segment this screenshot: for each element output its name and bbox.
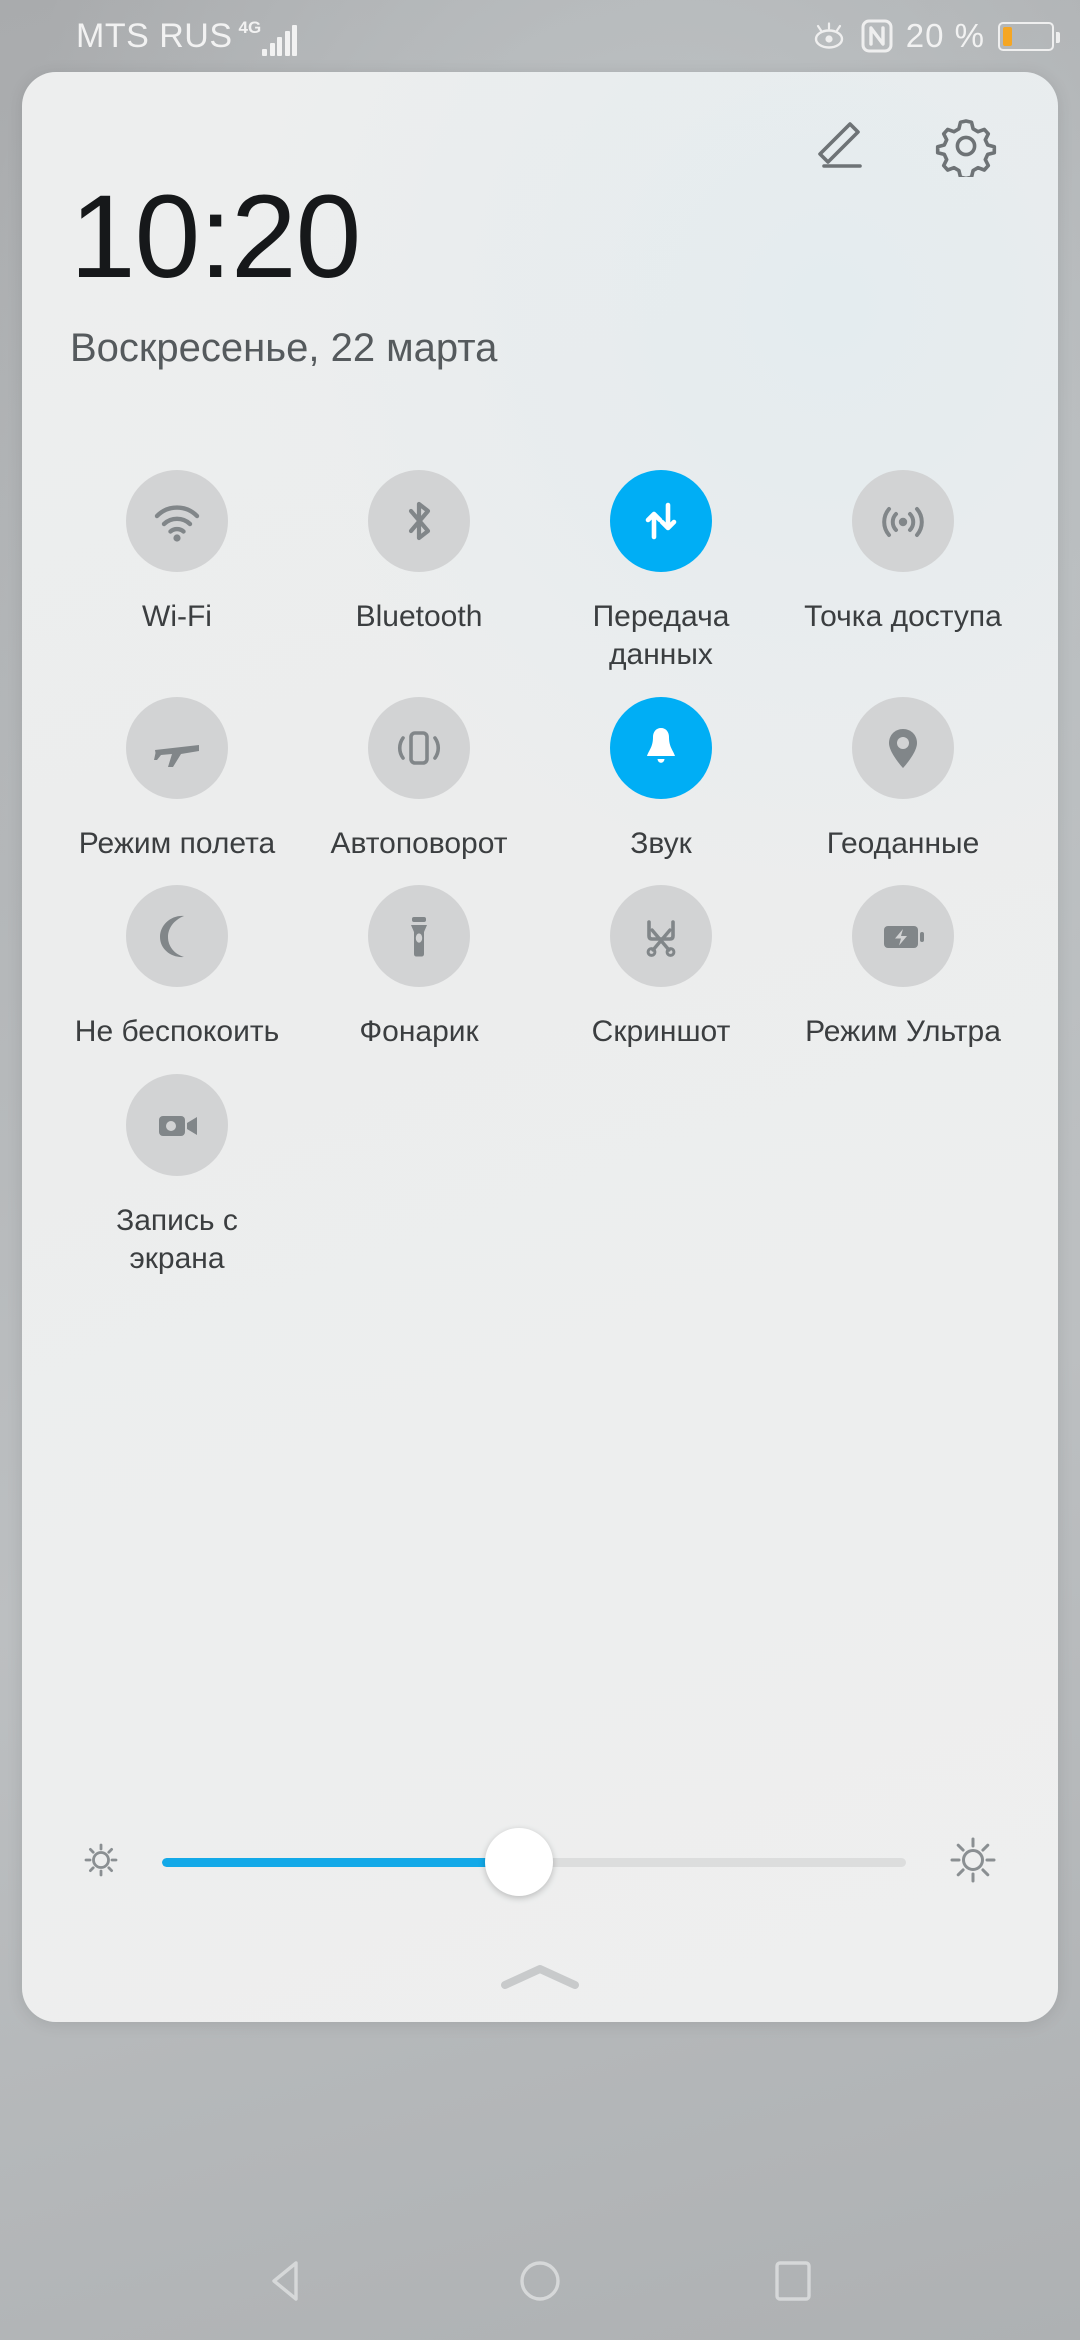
quick-tile-7[interactable]: Звук bbox=[540, 696, 782, 863]
quick-tile-label: Wi-Fi bbox=[142, 600, 212, 633]
auto-rotate-icon[interactable] bbox=[368, 696, 470, 799]
home-circle-icon[interactable] bbox=[490, 2231, 590, 2331]
quick-tile-label: Режим Ультра bbox=[805, 1015, 1001, 1049]
recents-square-icon[interactable] bbox=[743, 2231, 843, 2331]
wifi-icon[interactable] bbox=[126, 470, 228, 572]
brightness-thumb[interactable] bbox=[485, 1828, 554, 1896]
airplane-icon[interactable] bbox=[126, 696, 228, 799]
video-camera-icon[interactable] bbox=[126, 1073, 228, 1176]
moon-icon[interactable] bbox=[126, 885, 228, 988]
brightness-slider-row bbox=[22, 1828, 1058, 1896]
quick-tile-label: Скриншот bbox=[591, 1015, 731, 1049]
quick-tile-13[interactable]: Запись с экрана bbox=[56, 1073, 298, 1279]
scissors-icon[interactable] bbox=[610, 885, 712, 988]
network-indicator: 4G bbox=[239, 19, 298, 56]
location-pin-icon[interactable] bbox=[852, 696, 954, 799]
quick-tile-label: Звук bbox=[630, 826, 692, 860]
status-bar: MTS RUS 4G 20 % bbox=[0, 0, 1080, 72]
status-bar-left: MTS RUS 4G bbox=[76, 16, 298, 56]
quick-tile-label: Точка доступа bbox=[804, 600, 1002, 633]
chevron-up-icon[interactable] bbox=[485, 1954, 595, 2000]
back-triangle-icon[interactable] bbox=[237, 2231, 337, 2331]
eye-icon bbox=[810, 22, 848, 50]
battery-percent-label: 20 % bbox=[905, 17, 985, 54]
quick-tiles-grid: Wi-Fi Bluetooth Передача данных Точка досту… bbox=[56, 470, 1024, 1300]
brightness-slider[interactable] bbox=[162, 1828, 906, 1896]
quick-tile-8[interactable]: Геоданные bbox=[782, 696, 1024, 863]
quick-tile-6[interactable]: Автоповорот bbox=[298, 696, 540, 863]
status-bar-right: 20 % bbox=[810, 17, 1060, 55]
quick-tile-label: Bluetooth bbox=[355, 600, 483, 633]
clock-time: 10:20 bbox=[70, 171, 361, 303]
brightness-low-icon[interactable] bbox=[78, 1837, 124, 1888]
battery-icon bbox=[998, 21, 1060, 51]
navigation-bar bbox=[0, 2222, 1080, 2340]
brightness-fill bbox=[162, 1857, 520, 1867]
quick-tile-label: Передача данных bbox=[592, 600, 730, 672]
quick-tile-9[interactable]: Не беспокоить bbox=[56, 885, 298, 1051]
brightness-high-icon[interactable] bbox=[944, 1831, 1002, 1894]
quick-tile-1[interactable]: Wi-Fi bbox=[56, 470, 298, 675]
quick-tile-label: Режим полета bbox=[78, 826, 276, 860]
clock-date: Воскресенье, 22 марта bbox=[70, 326, 498, 370]
mobile-data-icon[interactable] bbox=[610, 470, 712, 572]
quick-tile-10[interactable]: Фонарик bbox=[298, 885, 540, 1051]
carrier-label: MTS RUS bbox=[76, 16, 233, 55]
battery-bolt-icon[interactable] bbox=[852, 885, 954, 988]
bluetooth-icon[interactable] bbox=[368, 470, 470, 572]
signal-bars-icon bbox=[262, 24, 298, 56]
quick-tile-label: Запись с экрана bbox=[116, 1203, 238, 1275]
quick-tile-label: Автоповорот bbox=[330, 826, 508, 860]
quick-tile-11[interactable]: Скриншот bbox=[540, 885, 782, 1051]
quick-tile-2[interactable]: Bluetooth bbox=[298, 470, 540, 675]
quick-tile-12[interactable]: Режим Ультра bbox=[782, 885, 1024, 1051]
clock-block: 10:20 Воскресенье, 22 марта bbox=[70, 178, 497, 371]
network-type-label: 4G bbox=[238, 17, 262, 37]
quick-tile-label: Фонарик bbox=[359, 1015, 479, 1049]
hotspot-icon[interactable] bbox=[852, 470, 954, 572]
quick-tile-3[interactable]: Передача данных bbox=[540, 470, 782, 675]
gear-icon[interactable] bbox=[930, 110, 1002, 182]
quick-tile-label: Не беспокоить bbox=[74, 1015, 280, 1049]
quick-tile-5[interactable]: Режим полета bbox=[56, 696, 298, 863]
bell-icon[interactable] bbox=[610, 696, 712, 799]
quick-settings-panel: 10:20 Воскресенье, 22 марта Wi-Fi Bluetoo… bbox=[22, 72, 1058, 2022]
nfc-icon bbox=[861, 19, 893, 53]
quick-tile-label: Геоданные bbox=[826, 826, 980, 860]
pencil-icon[interactable] bbox=[804, 110, 876, 182]
flashlight-icon[interactable] bbox=[368, 885, 470, 988]
quick-tile-4[interactable]: Точка доступа bbox=[782, 470, 1024, 675]
